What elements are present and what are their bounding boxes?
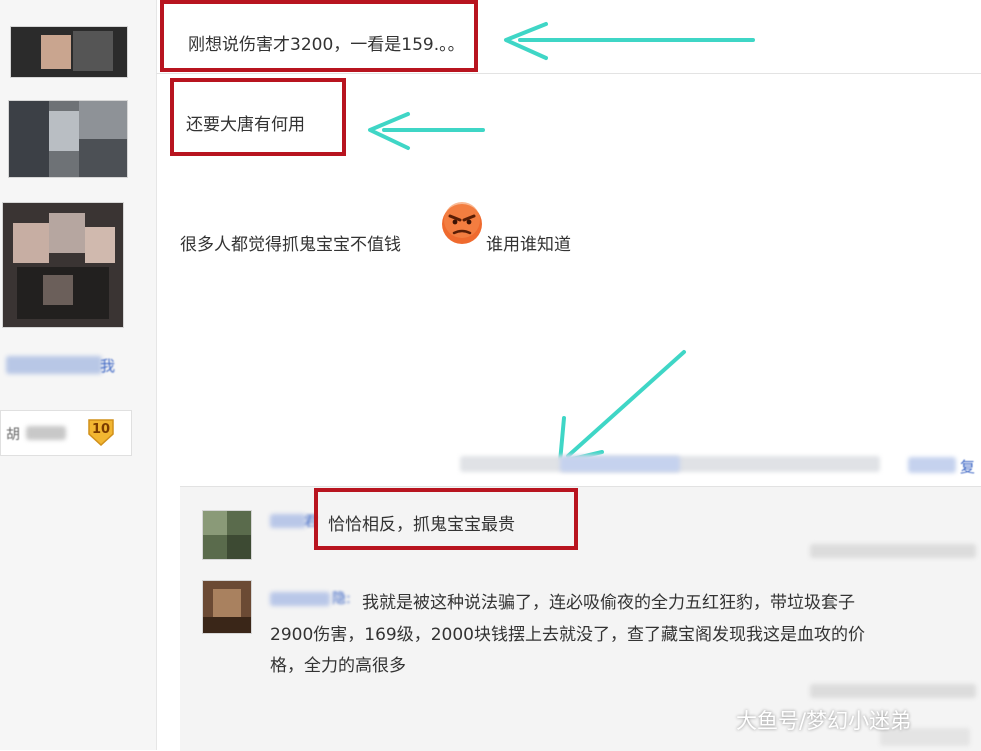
reply-text-line: 格，全力的高很多 [270,656,406,676]
post-text: 很多人都觉得抓鬼宝宝不值钱 [180,235,401,255]
reply-username-blurred[interactable] [270,514,306,528]
arrow-icon [498,20,758,64]
reply-meta-blurred [810,544,976,558]
arrow-icon [548,344,694,470]
arrow-icon [362,110,488,154]
watermark: 大鱼号/梦幻小迷弟 [736,709,912,733]
post-meta-link-blurred[interactable] [560,456,680,472]
badge-name-blurred [26,426,66,440]
reply-meta-blurred [810,684,976,698]
avatar[interactable] [8,100,128,178]
reply-username[interactable]: 隐: [332,588,351,608]
reply-avatar[interactable] [202,580,252,634]
reply-link[interactable]: 复 [960,456,975,477]
level-badge-icon: 10 [86,418,116,447]
angry-face-emoji-icon [440,202,484,250]
reply-text-line: 我就是被这种说法骗了，连必吸偷夜的全力五红狂豹，带垃圾套子 [362,593,855,613]
reply-username-blurred[interactable] [270,592,330,606]
highlight-box [160,0,478,72]
username-link-tail[interactable]: 我 [100,355,115,376]
post-text-after-emoji: 谁用谁知道 [486,235,571,255]
level-number: 10 [92,422,111,437]
avatar[interactable] [2,202,124,328]
highlight-box [314,488,578,550]
reply-link-blurred[interactable] [908,457,956,473]
highlight-box [170,78,346,156]
badge-name: 胡 [6,427,20,443]
reply-text-line: 2900伤害，169级，2000块钱摆上去就没了，查了藏宝阁发现我这是血攻的价 [270,625,865,645]
avatar[interactable] [10,26,128,78]
post-divider [156,73,981,74]
username-link-blurred[interactable] [6,356,102,374]
reply-avatar[interactable] [202,510,252,560]
